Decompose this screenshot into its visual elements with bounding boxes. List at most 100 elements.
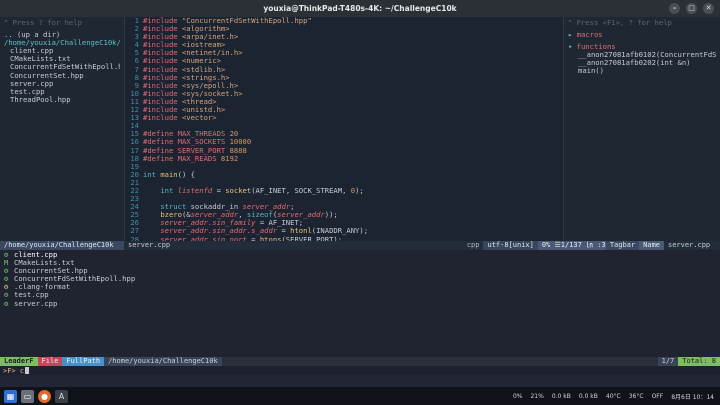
code-line[interactable]: 7 #include <stdlib.h> <box>125 65 563 74</box>
launcher-icon[interactable]: ▦ <box>4 389 17 403</box>
code-text: #include <netinet/in.h> <box>143 49 243 58</box>
nerdtree-pane[interactable]: " Press ? for help .. (up a dir) /home/y… <box>0 17 124 241</box>
result-item[interactable]: ⚙ test.cpp <box>4 291 716 299</box>
code-text: #include <iostream> <box>143 41 226 50</box>
leaderf-results[interactable]: ⚙ client.cpp M CMakeLists.txt ⚙ ConcurrentSet… <box>0 250 720 357</box>
tagbar-function[interactable]: main() <box>568 67 716 75</box>
code-line[interactable]: 26 server_addr.sin_family = AF_INET; <box>125 219 563 227</box>
code-line[interactable]: 24 struct sockaddr_in server_addr; <box>125 203 563 211</box>
code-line[interactable]: 10 #include <sys/socket.h> <box>125 89 563 98</box>
result-item[interactable]: ⚙ server.cpp <box>4 300 716 308</box>
code-line[interactable]: 27 server_addr.sin_addr.s_addr = htonl(I… <box>125 227 563 235</box>
window-controls: – □ ✕ <box>669 3 714 14</box>
leaderf-pathmode: FullPath <box>62 357 105 366</box>
line-number: 1 <box>134 17 139 25</box>
leaderf-path: /home/youxia/ChallengeC10k <box>104 357 222 366</box>
code-text: #include <sys/epoll.h> <box>143 81 239 90</box>
line-number: 4 <box>134 40 139 50</box>
code-text: bzero(&server_addr, sizeof(server_addr))… <box>160 211 338 220</box>
code-line[interactable]: 17 #define SERVER_PORT 8888 <box>125 146 563 155</box>
code-line[interactable]: 20 int main() { <box>125 170 563 179</box>
line-number: 5 <box>134 48 139 58</box>
code-line[interactable]: 4 #include <iostream> <box>125 41 563 49</box>
file-type-icon: M <box>4 259 9 268</box>
filetree-file[interactable]: ConcurrentSet.hpp <box>4 72 120 80</box>
code-text: #include <unistd.h> <box>143 106 226 115</box>
filetree-file[interactable]: client.cpp <box>4 47 120 55</box>
result-item[interactable]: ⚙ ConcurrentFdSetWithEpoll.hpp <box>4 275 716 283</box>
code-text: #include <vector> <box>143 114 217 123</box>
code-line[interactable]: 16 #define MAX_SOCKETS 10000 <box>125 138 563 146</box>
firefox-icon[interactable]: ● <box>38 389 51 403</box>
filetree-file[interactable]: ConcurrentFdSetWithEpoll.hp <box>4 63 120 71</box>
code-text: #include <strings.h> <box>143 73 230 82</box>
filetree-up-dir[interactable]: .. (up a dir) <box>4 31 120 39</box>
filetree-file[interactable]: test.cpp <box>4 88 120 96</box>
filetree-file[interactable]: CMakeLists.txt <box>4 55 120 63</box>
code-line[interactable]: 5 #include <netinet/in.h> <box>125 49 563 57</box>
tagbar-pane[interactable]: " Press <F1>, ? for help ▸ macros ▾ func… <box>564 17 720 241</box>
code-line[interactable]: 23 <box>125 194 563 203</box>
status-tagbar-file: server.cpp <box>668 241 711 249</box>
result-item[interactable]: ⚙ ConcurrentSet.hpp <box>4 267 716 275</box>
result-filename: ConcurrentSet.hpp <box>14 267 88 276</box>
code-line[interactable]: 22 int listenfd = socket(AF_INET, SOCK_S… <box>125 186 563 195</box>
close-button[interactable]: ✕ <box>703 3 714 14</box>
code-text: #include <arpa/inet.h> <box>143 33 239 42</box>
result-item[interactable]: M CMakeLists.txt <box>4 259 716 267</box>
code-line[interactable]: 6 #include <numeric> <box>125 57 563 65</box>
code-text: int listenfd = socket(AF_INET, SOCK_STRE… <box>160 186 364 195</box>
code-line[interactable]: 12 #include <unistd.h> <box>125 105 563 115</box>
file-type-icon: ⚙ <box>4 291 9 300</box>
tagbar-functions[interactable]: ▾ functions <box>568 43 716 51</box>
status-tagbar-mode: Name <box>639 241 664 250</box>
system-tray: 0% 21% 0.0 kB 0.0 kB 40°C 36°C OFF 8月6日 … <box>513 392 720 401</box>
code-line[interactable]: 18 #define MAX_READS 8192 <box>125 154 563 163</box>
code-line[interactable]: 25 bzero(&server_addr, sizeof(server_add… <box>125 211 563 219</box>
files-icon[interactable]: ▭ <box>21 389 34 403</box>
code-line[interactable]: 8 #include <strings.h> <box>125 73 563 82</box>
code-line[interactable]: 1 #include "ConcurrentFdSetWithEpoll.hpp" <box>125 17 563 25</box>
filetree-root[interactable]: /home/youxia/ChallengeC10k/ <box>4 39 120 47</box>
minimize-button[interactable]: – <box>669 3 680 14</box>
code-line[interactable]: 3 #include <arpa/inet.h> <box>125 33 563 41</box>
result-filename: ConcurrentFdSetWithEpoll.hpp <box>14 275 136 284</box>
code-buffer[interactable]: 1 #include "ConcurrentFdSetWithEpoll.hpp"… <box>125 17 563 241</box>
file-type-icon: ⚙ <box>4 299 9 308</box>
result-item[interactable]: ⚙ .clang-format <box>4 283 716 291</box>
clock[interactable]: 8月6日 10：14 <box>671 392 714 401</box>
tagbar-help: " Press <F1>, ? for help <box>568 19 672 27</box>
tagbar-function[interactable]: __anon27081afb0202(int &n) <box>568 59 716 67</box>
code-line[interactable]: 14 <box>125 122 563 130</box>
filetree-file[interactable]: server.cpp <box>4 80 120 88</box>
code-line[interactable]: 15 #define MAX_THREADS 20 <box>125 130 563 138</box>
cursor <box>25 367 30 374</box>
code-line[interactable]: 19 <box>125 162 563 171</box>
cpu-usage: 0% <box>512 392 523 400</box>
tagbar-macros[interactable]: ▸ macros <box>568 31 716 39</box>
status-tagbar: Tagbar <box>605 241 640 250</box>
code-line[interactable]: 21 <box>125 178 563 187</box>
code-line[interactable]: 2 #include <algorithm> <box>125 24 563 34</box>
code-text: #define MAX_READS 8192 <box>143 154 239 163</box>
code-line[interactable]: 11 #include <thread> <box>125 97 563 106</box>
maximize-button[interactable]: □ <box>686 3 697 14</box>
filetree-file[interactable]: ThreadPool.hpp <box>4 96 120 104</box>
status-filetype: cpp <box>466 241 480 249</box>
tagbar-function[interactable]: __anon27081afb0102(ConcurrentFdSetWi <box>568 51 716 59</box>
terminal-icon[interactable]: A <box>55 389 68 403</box>
code-text: #define SERVER_PORT 8888 <box>143 146 247 155</box>
code-text: #include <algorithm> <box>143 25 230 34</box>
taskbar: ▦ ▭ ● A 0% 21% 0.0 kB 0.0 kB 40°C 36°C O… <box>0 387 720 405</box>
code-text: #define MAX_SOCKETS 10000 <box>143 138 252 147</box>
code-line[interactable]: 9 #include <sys/epoll.h> <box>125 81 563 90</box>
leaderf-prompt[interactable]: >F> c <box>0 366 720 375</box>
line-number: 6 <box>134 56 139 66</box>
toggle-state[interactable]: OFF <box>652 393 664 400</box>
file-type-icon: ⚙ <box>4 267 9 276</box>
result-item[interactable]: ⚙ client.cpp <box>4 251 716 259</box>
code-line[interactable]: 13 #include <vector> <box>125 114 563 122</box>
code-text: int main() { <box>143 170 195 179</box>
